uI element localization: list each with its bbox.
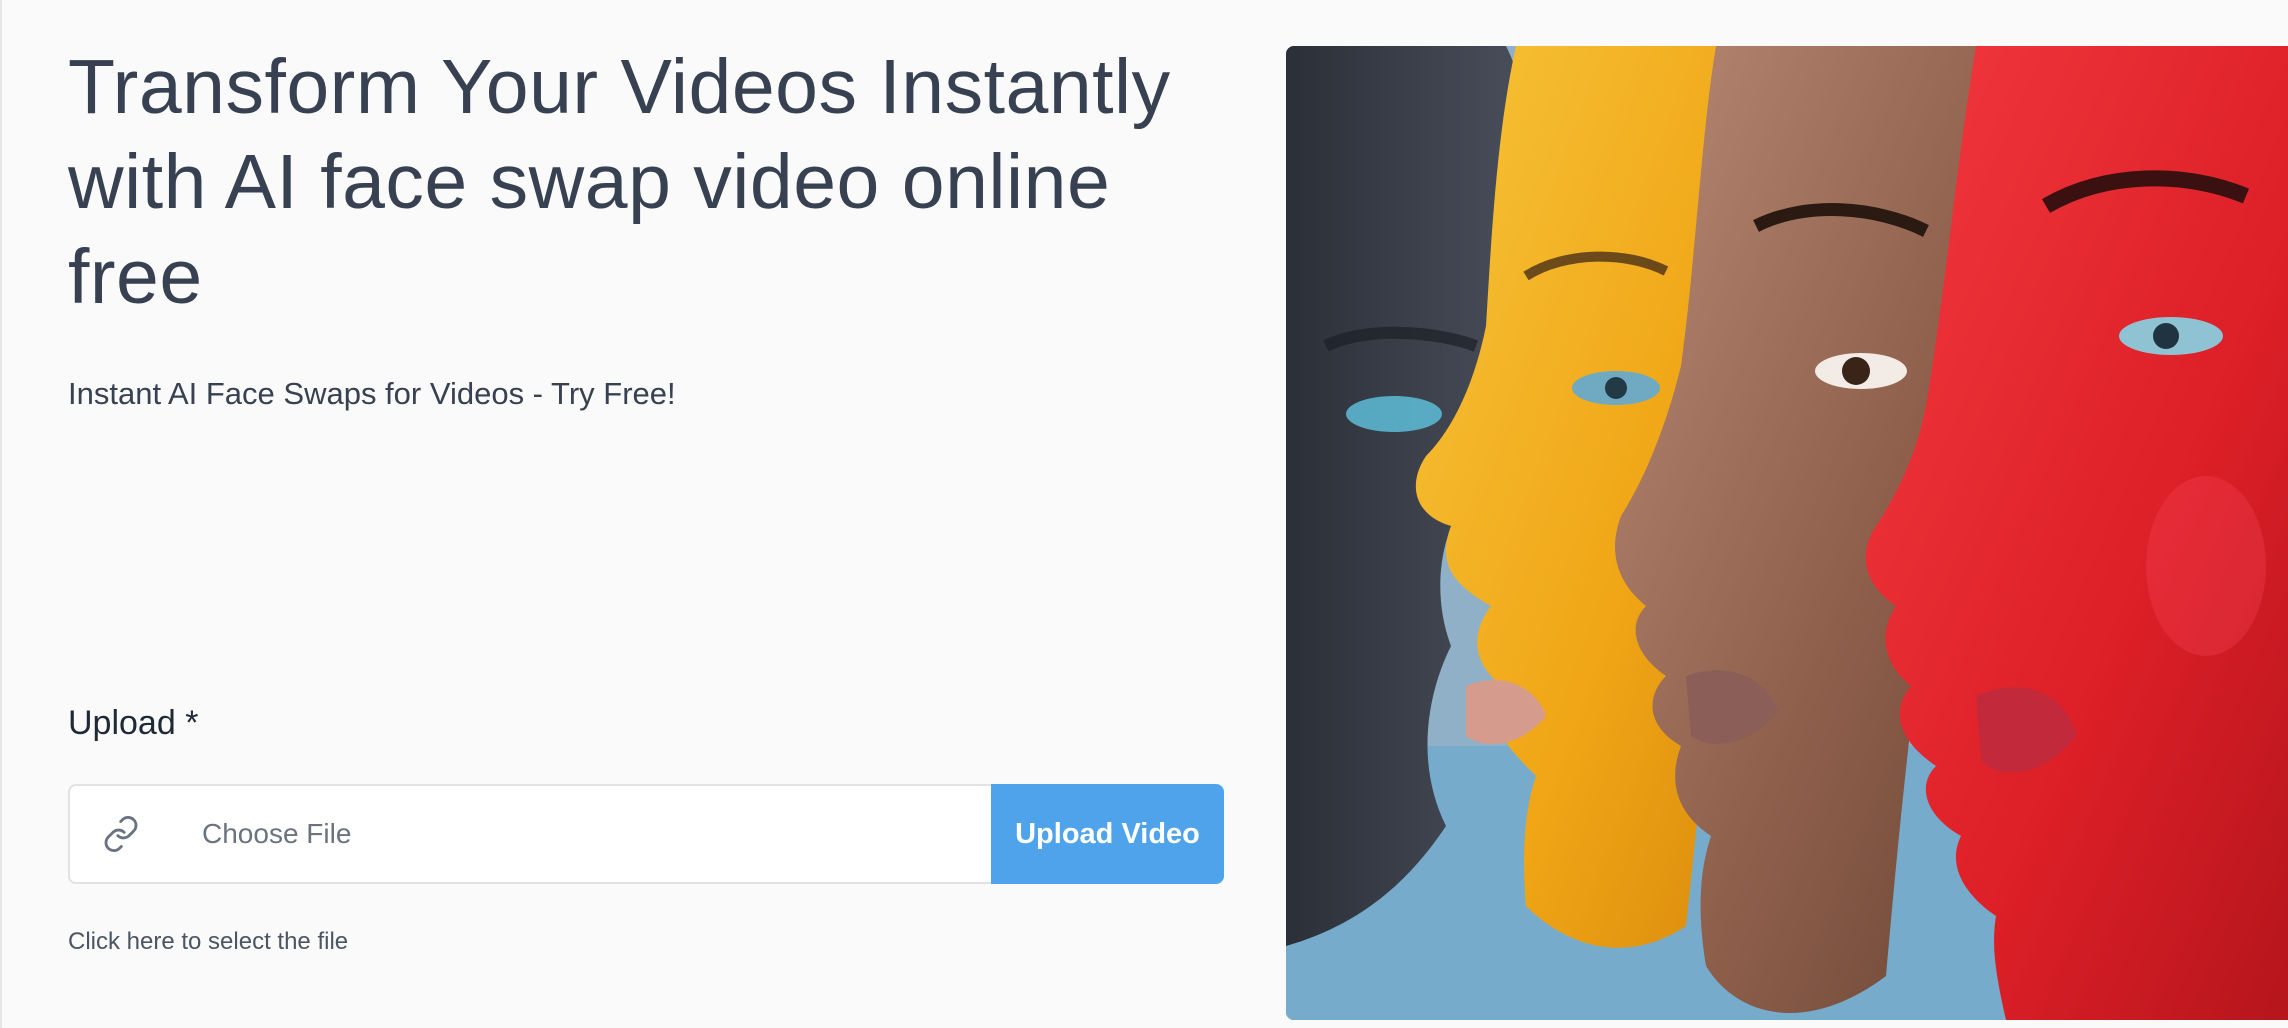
upload-label: Upload * bbox=[68, 704, 199, 742]
hero-text: Transform Your Videos Instantly with AI … bbox=[68, 40, 1228, 325]
file-input[interactable]: Choose File bbox=[68, 784, 991, 884]
upload-control: Choose File Upload Video bbox=[68, 784, 1224, 884]
painted-faces-illustration bbox=[1286, 46, 2288, 1020]
hero-image bbox=[1286, 46, 2288, 1020]
page-subtitle: Instant AI Face Swaps for Videos - Try F… bbox=[68, 376, 676, 411]
page: Transform Your Videos Instantly with AI … bbox=[0, 0, 2288, 1028]
page-title: Transform Your Videos Instantly with AI … bbox=[68, 44, 1171, 320]
upload-video-button[interactable]: Upload Video bbox=[991, 784, 1224, 884]
helper-text: Click here to select the file bbox=[68, 928, 349, 955]
link-icon bbox=[102, 815, 140, 853]
file-placeholder: Choose File bbox=[202, 818, 352, 849]
